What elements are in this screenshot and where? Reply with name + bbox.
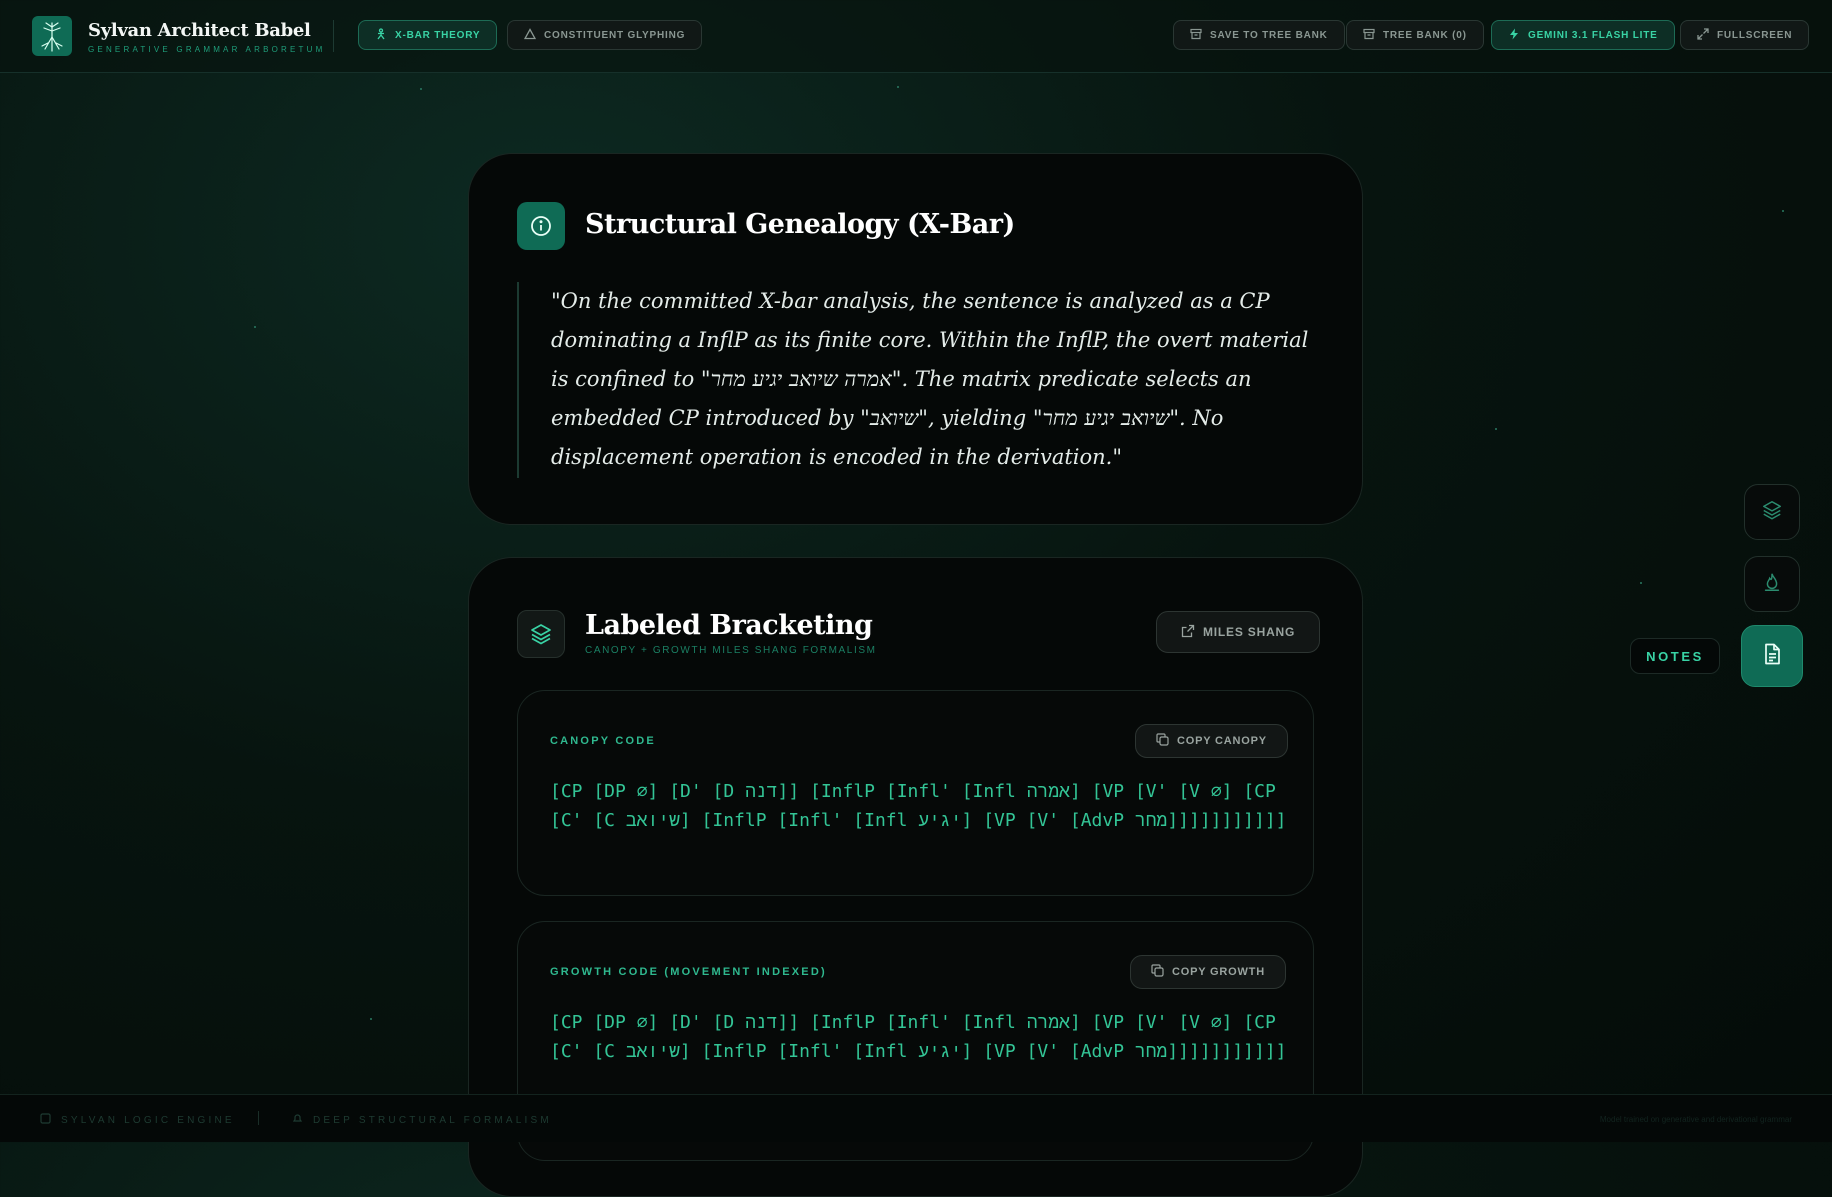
footer-right-note: Model trained on generative and derivati…	[1599, 1115, 1792, 1124]
genealogy-title: Structural Genealogy (X-Bar)	[585, 209, 1015, 240]
ambient-particle	[420, 88, 422, 90]
genealogy-card: Structural Genealogy (X-Bar) "On the com…	[468, 153, 1363, 525]
footer-engine: SYLVAN LOGIC ENGINE	[40, 1113, 235, 1127]
quote-bar	[517, 282, 519, 478]
save-to-tree-bank-button[interactable]: SAVE TO TREE BANK	[1173, 20, 1345, 50]
footer-formalism: DEEP STRUCTURAL FORMALISM	[292, 1113, 552, 1127]
copy-growth-label: COPY GROWTH	[1172, 966, 1265, 978]
info-icon	[517, 202, 565, 250]
side-notes-button[interactable]	[1741, 625, 1803, 687]
tree-bank-button[interactable]: TREE BANK (0)	[1346, 20, 1484, 50]
footer-engine-label: SYLVAN LOGIC ENGINE	[61, 1114, 235, 1126]
copy-canopy-button[interactable]: COPY CANOPY	[1135, 724, 1288, 758]
miles-shang-link-button[interactable]: MILES SHANG	[1156, 611, 1321, 653]
tree-logo-icon	[32, 16, 72, 56]
tab-xbar-theory[interactable]: X-BAR THEORY	[358, 20, 498, 50]
ambient-particle	[897, 86, 899, 88]
layers-icon	[1761, 499, 1783, 526]
ambient-particle	[1782, 210, 1784, 212]
canopy-label: CANOPY CODE	[550, 735, 656, 747]
footer-formalism-label: DEEP STRUCTURAL FORMALISM	[313, 1114, 552, 1126]
tree-bank-label: TREE BANK (0)	[1383, 29, 1467, 41]
fullscreen-label: FULLSCREEN	[1717, 29, 1793, 41]
tab-label: X-BAR THEORY	[395, 29, 481, 41]
growth-label: GROWTH CODE (MOVEMENT INDEXED)	[550, 966, 827, 978]
model-selector-button[interactable]: GEMINI 3.1 FLASH LITE	[1491, 20, 1675, 50]
bell-icon	[292, 1113, 303, 1127]
fullscreen-button[interactable]: FULLSCREEN	[1680, 20, 1810, 50]
divider	[333, 20, 334, 52]
triangle-icon	[523, 27, 537, 43]
canopy-code: [CP [DP ∅] [D' [D דנה]] [InflP [Infl' [I…	[550, 781, 1287, 831]
person-tree-icon	[375, 27, 387, 43]
save-label: SAVE TO TREE BANK	[1210, 29, 1328, 41]
cube-icon	[40, 1113, 51, 1127]
archive-icon	[1363, 28, 1375, 43]
model-label: GEMINI 3.1 FLASH LITE	[1528, 29, 1658, 41]
notes-tooltip: NOTES	[1630, 638, 1720, 674]
side-layers-button[interactable]	[1744, 484, 1800, 540]
app-title: Sylvan Architect Babel	[88, 20, 311, 41]
ambient-particle	[1640, 582, 1642, 584]
side-flame-button[interactable]	[1744, 556, 1800, 612]
expand-icon	[1697, 27, 1709, 43]
external-link-icon	[1181, 624, 1195, 641]
bracketing-subtitle: CANOPY + GROWTH MILES SHANG FORMALISM	[585, 645, 877, 656]
layers-icon	[517, 610, 565, 658]
ambient-particle	[370, 1018, 372, 1020]
lightning-icon	[1508, 28, 1520, 43]
footer: SYLVAN LOGIC ENGINE DEEP STRUCTURAL FORM…	[0, 1094, 1832, 1142]
archive-icon	[1190, 28, 1202, 43]
copy-icon	[1156, 733, 1169, 749]
genealogy-quote: "On the committed X-bar analysis, the se…	[551, 289, 1309, 469]
copy-canopy-label: COPY CANOPY	[1177, 735, 1267, 747]
copy-growth-button[interactable]: COPY GROWTH	[1130, 955, 1286, 989]
miles-shang-label: MILES SHANG	[1203, 625, 1296, 639]
flame-icon	[1761, 571, 1783, 598]
ambient-particle	[254, 326, 256, 328]
document-icon	[1760, 642, 1784, 671]
copy-icon	[1151, 964, 1164, 980]
ambient-particle	[1495, 428, 1497, 430]
tab-constituent-glyphing[interactable]: CONSTITUENT GLYPHING	[507, 20, 703, 50]
app-subtitle: GENERATIVE GRAMMAR ARBORETUM	[88, 45, 326, 54]
top-bar: Sylvan Architect Babel GENERATIVE GRAMMA…	[0, 0, 1832, 73]
footer-divider	[258, 1111, 259, 1125]
tab-label: CONSTITUENT GLYPHING	[544, 29, 686, 41]
canopy-code-card: CANOPY CODE COPY CANOPY [CP [DP ∅] [D' […	[517, 690, 1314, 896]
bracketing-title: Labeled Bracketing	[585, 610, 873, 641]
growth-code: [CP [DP ∅] [D' [D דנה]] [InflP [Infl' [I…	[550, 1012, 1287, 1062]
